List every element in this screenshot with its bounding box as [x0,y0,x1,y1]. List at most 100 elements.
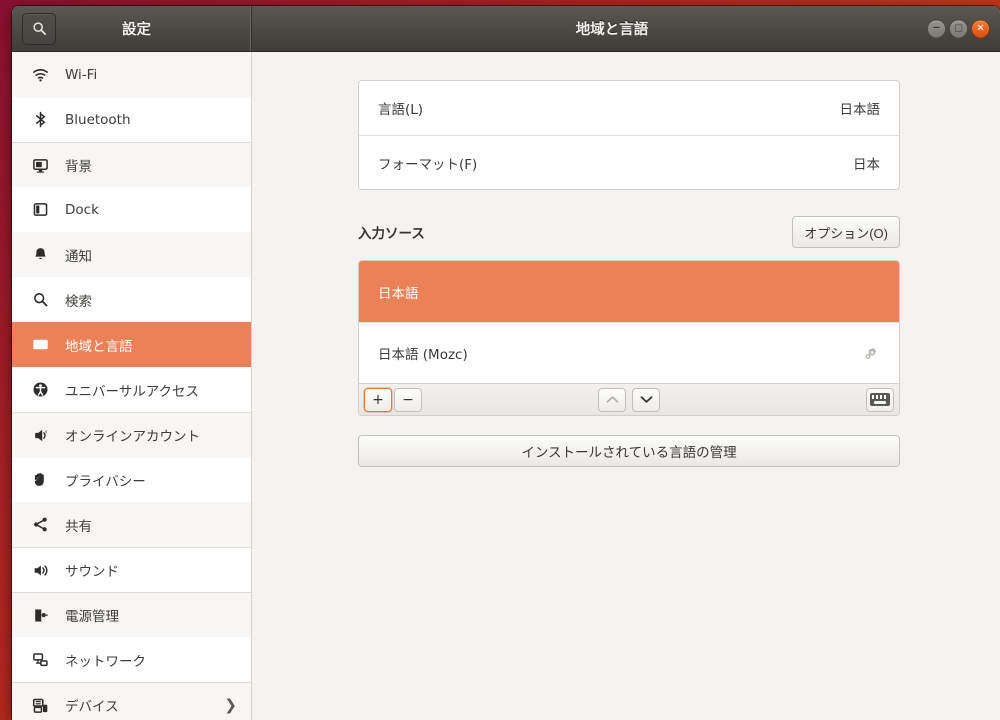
sidebar-item-label: 電源管理 [65,609,119,625]
add-source-button[interactable]: + [364,387,392,412]
sidebar-item-14[interactable]: ネットワーク [12,637,251,682]
sidebar-item-label: オンラインアカウント [65,429,200,445]
sidebar-item-label: 共有 [65,518,92,535]
sidebar[interactable]: Wi-Fi Bluetooth 背景 Dock 通知 検索 地域と言語 ユニバー… [12,52,252,720]
wifi-icon [32,68,48,82]
sharing-icon [33,517,47,532]
close-icon: × [976,22,985,34]
language-row-value: 日本 [853,156,880,173]
svg-text:s: s [44,430,47,435]
chevron-down-icon [640,396,652,403]
titlebar-left-pane: 設定 [12,6,252,51]
maximize-button[interactable]: □ [949,19,968,38]
sidebar-item-13[interactable]: 電源管理 [12,592,251,637]
sidebar-item-label: デバイス [65,699,119,715]
input-source-label: 日本語 [378,285,419,302]
sidebar-item-12[interactable]: サウンド [12,547,251,592]
sidebar-item-1[interactable]: Wi-Fi [12,52,251,97]
region-language-icon [32,339,48,350]
language-row-label: フォーマット(F) [378,156,478,173]
online-accounts-icon: s [34,429,47,441]
gear-icon[interactable] [864,345,880,361]
sidebar-item-label: 通知 [65,248,92,265]
sidebar-item-label: 検索 [65,293,92,310]
sidebar-item-2[interactable]: Bluetooth [12,97,251,142]
window-controls: − □ × [927,19,990,38]
reorder-group [597,387,661,412]
language-row-label: 言語(L) [378,102,424,118]
titlebar-right-pane: 地域と言語 − □ × [252,6,1000,51]
titlebar: 設定 地域と言語 − □ × [12,6,1000,52]
sidebar-item-label: サウンド [65,564,119,580]
maximize-icon: □ [954,23,963,33]
bell-icon [34,248,46,260]
sidebar-item-11[interactable]: 共有 [12,502,251,547]
sidebar-item-6[interactable]: 検索 [12,277,251,322]
minimize-button[interactable]: − [927,19,946,38]
input-sources-header: 入力ソース オプション(O) [358,216,900,248]
input-sources-toolbar: + − [359,383,899,415]
sidebar-item-label: ユニバーサルアクセス [65,383,200,400]
network-icon [29,651,51,668]
minus-icon: − [402,391,414,408]
input-source-row-2[interactable]: 日本語 (Mozc) [359,322,899,383]
page-title: 地域と言語 [575,22,649,38]
keyboard-icon [870,393,890,406]
sidebar-item-5[interactable]: 通知 [12,232,251,277]
minimize-icon: − [932,22,941,34]
sidebar-item-10[interactable]: プライバシー [12,457,251,502]
language-card: 言語(L) 日本語フォーマット(F) 日本 [358,80,900,190]
input-source-row-1[interactable]: 日本語 [359,261,899,322]
chevron-right-icon: ❯ [224,696,237,714]
sidebar-item-7[interactable]: 地域と言語 [12,322,251,367]
sidebar-item-label: Wi-Fi [65,66,98,83]
input-sources-card: 日本語日本語 (Mozc) + − [358,260,900,416]
sidebar-item-label: ネットワーク [65,653,146,670]
universal-access-icon [33,382,47,397]
search-icon [29,291,51,308]
input-sources-title: 入力ソース [358,226,425,242]
main-panel: 言語(L) 日本語 フォーマット(F) 日本 入力ソース オプション(O) 日本語 日本… [252,52,1000,720]
sidebar-item-label: 地域と言語 [65,338,133,355]
region-language-icon [29,336,51,353]
sidebar-item-label: 背景 [65,159,92,175]
monitor-wallpaper-icon [32,158,48,173]
universal-access-icon [29,381,51,398]
sidebar-item-4[interactable]: Dock [12,187,251,232]
show-keyboard-layout-button[interactable] [866,387,894,412]
bluetooth-icon [35,111,45,128]
chevron-up-icon [606,396,618,403]
manage-installed-languages-button[interactable]: インストールされている言語の管理 [358,435,900,467]
sidebar-item-label: Bluetooth [65,111,131,128]
dock-icon [33,203,47,216]
gear-icon [865,348,876,359]
search-icon [33,293,47,307]
language-row-value: 日本語 [839,102,881,118]
remove-source-button[interactable]: − [394,387,422,412]
move-up-button[interactable] [598,387,626,412]
move-down-button[interactable] [632,387,660,412]
bell-icon [29,246,51,263]
search-button[interactable] [22,12,56,45]
options-button[interactable]: オプション(O) [792,216,900,248]
sidebar-item-label: Dock [65,201,99,218]
search-icon [32,22,46,35]
monitor-wallpaper-icon [29,157,51,174]
network-icon [32,653,48,667]
language-row-2[interactable]: フォーマット(F) 日本 [359,135,899,189]
sidebar-item-3[interactable]: 背景 [12,142,251,187]
privacy-hand-icon [29,471,51,488]
language-row-1[interactable]: 言語(L) 日本語 [359,81,899,135]
dock-icon [29,201,51,218]
app-title: 設定 [122,22,151,38]
sidebar-item-15[interactable]: デバイス ❯ [12,682,251,720]
close-button[interactable]: × [971,19,990,38]
keyboard-layout-group [865,387,895,412]
privacy-hand-icon [34,473,44,486]
settings-window: 設定 地域と言語 − □ × Wi-Fi Bluetooth 背景 Dock 通… [12,6,1000,720]
sound-icon [29,562,51,579]
power-icon [34,608,48,622]
sidebar-item-9[interactable]: s オンラインアカウント [12,412,251,457]
sound-icon [34,564,47,576]
sidebar-item-8[interactable]: ユニバーサルアクセス [12,367,251,412]
